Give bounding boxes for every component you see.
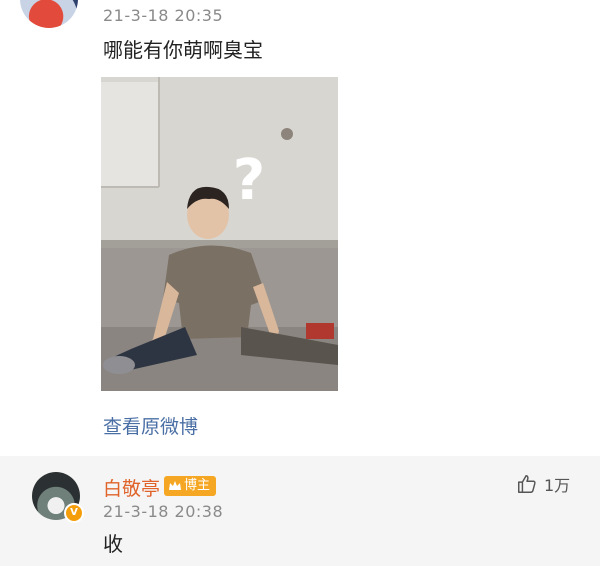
view-original-link[interactable]: 查看原微博 — [103, 412, 198, 439]
reply-timestamp: 21-3-18 20:38 — [103, 502, 224, 521]
crown-icon — [169, 481, 181, 490]
comment-image[interactable]: ? — [101, 77, 338, 391]
avatar[interactable] — [20, 0, 78, 28]
reply-comment — [0, 456, 600, 566]
like-count: 1万 — [544, 476, 571, 495]
comment-text: 哪能有你萌啊臭宝 — [103, 38, 263, 62]
top-comment: 21-3-18 20:35 哪能有你萌啊臭宝 ? 查看原微博 — [0, 0, 600, 456]
photo-illustration: ? — [101, 77, 338, 391]
comment-timestamp: 21-3-18 20:35 — [103, 6, 224, 25]
like-button[interactable]: 1万 — [516, 472, 570, 496]
badge-label: 博主 — [184, 478, 211, 493]
reply-text: 收 — [103, 532, 123, 556]
verified-v-icon: V — [64, 503, 84, 523]
thumb-up-icon — [518, 475, 536, 493]
question-mark-overlay: ? — [233, 148, 265, 213]
blogger-badge: 博主 — [164, 476, 217, 496]
reply-username[interactable]: 白敬亭 — [103, 474, 160, 501]
